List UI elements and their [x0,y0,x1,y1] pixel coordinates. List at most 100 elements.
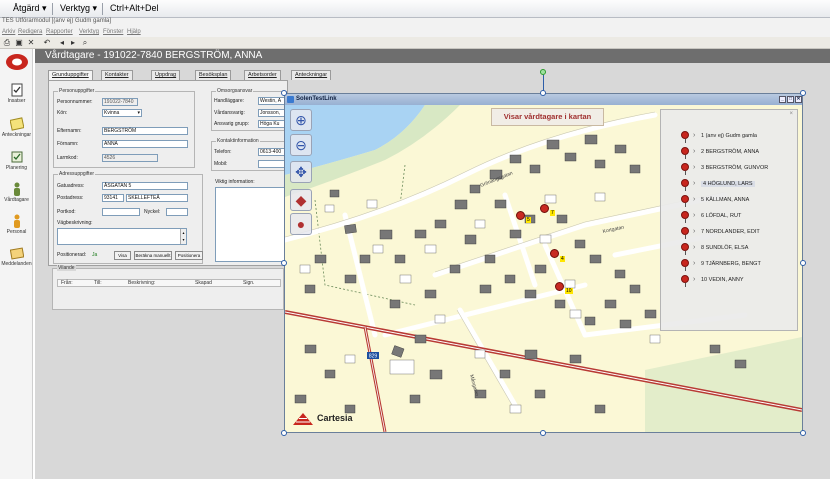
efternamn-field[interactable]: BERGSTRÖM [102,127,188,135]
scrollbar[interactable]: ▴ ▾ [180,229,186,244]
menu-verktyg-app[interactable]: Verktyg [79,29,99,35]
telefon-field[interactable]: 0613-400 [258,148,287,156]
map-window-title: SolenTestLink [296,96,337,102]
map-marker[interactable] [516,211,525,220]
tab-besoksplan[interactable]: Besöksplan [195,70,232,80]
list-item[interactable]: › 10 VEDIN, ANNY [661,274,799,288]
menu-atgard[interactable]: Åtgärd ▾ [13,3,47,14]
map-window[interactable]: SolenTestLink _ □ ✕ 829 Grönängsgatan Ko… [284,93,803,433]
column-header[interactable]: Skapad [195,280,212,286]
sidebar-item-personal[interactable]: Personal [0,214,33,235]
close-icon[interactable]: × [789,111,793,117]
list-item[interactable]: › 7 NORDLANDER, EDIT [661,226,799,240]
zoom-out-icon[interactable]: ⊖ [290,134,312,156]
group-adressuppgifter: Adressuppgifter Gatuadress: ÅSGATAN 5 Po… [53,171,203,264]
list-item[interactable]: › 4 HÖGLUND, LARS [661,178,799,192]
minimize-button[interactable]: _ [779,96,786,103]
portkod-field[interactable] [102,208,140,216]
sidebar-item-vardtagare[interactable]: Vårdtagare [0,182,33,203]
list-item[interactable]: › 2 BERGSTRÖM, ANNA [661,146,799,160]
menu-verktyg[interactable]: Verktyg ▾ [60,3,97,14]
tab-grunduppgifter[interactable]: Grunduppgifter [48,70,93,80]
eraser-icon[interactable]: ◆ [290,189,312,211]
pan-icon[interactable]: ✥ [290,161,312,183]
menu-arkiv[interactable]: Arkiv [2,29,15,35]
close-icon[interactable]: ✕ [26,38,36,48]
nyckel-field[interactable] [166,208,188,216]
tab-uppdrag[interactable]: Uppdrag [151,70,181,80]
ort-field[interactable]: SKELLEFTEÅ [126,194,188,202]
list-item[interactable]: › 9 TJÄRNBERG, BENGT [661,258,799,272]
berakna-manuellt-button[interactable]: Beräkna manuellt [134,251,172,260]
vilande-table-header: Från: Till: Beskrivning: Skapad Sign. [57,279,281,287]
forward-icon[interactable]: ▸ [68,38,78,48]
larmkod-label: Larmkod: [57,155,78,161]
close-button[interactable]: ✕ [795,96,802,103]
list-item[interactable]: › 3 BERGSTRÖM, GUNVOR [661,162,799,176]
sidebar-item-insatser[interactable]: Insatser [0,83,33,104]
pin-stem [685,235,686,239]
tab-arbetsorder[interactable]: Arbetsorder [244,70,281,80]
visa-button[interactable]: Visa [114,251,131,260]
column-header[interactable]: Beskrivning: [128,280,155,286]
mobil-field[interactable] [258,160,287,168]
pin-icon [681,227,689,235]
menu-hjalp[interactable]: Hjälp [127,29,141,35]
undo-icon[interactable]: ↶ [42,38,52,48]
menu-redigera[interactable]: Redigera [18,29,42,35]
tab-anteckningar[interactable]: Anteckningar [291,70,332,80]
map-marker[interactable] [540,204,549,213]
positionera-button[interactable]: Positionera [175,251,203,260]
viktig-information-textarea[interactable] [215,187,287,262]
save-icon[interactable]: ▣ [14,38,24,48]
menu-fonster[interactable]: Fönster [103,29,123,35]
resize-handle[interactable] [281,260,287,266]
column-header[interactable]: Sign. [243,280,254,286]
resize-handle[interactable] [281,90,287,96]
group-legend: Personuppgifter [58,88,96,94]
zoom-in-icon[interactable]: ⊕ [290,109,312,131]
toolbar-separator [102,3,103,15]
staff-icon [13,214,20,228]
print-icon[interactable]: ⎙ [2,38,12,48]
marker-label: 5 [526,217,531,223]
menu-rapporter[interactable]: Rapporter [46,29,73,35]
column-header[interactable]: Till: [94,280,102,286]
pin-tool-icon[interactable]: ● [290,213,312,235]
resize-handle[interactable] [800,90,806,96]
list-item[interactable]: › 6 LÖFDAL, RUT [661,210,799,224]
ctrl-alt-del-button[interactable]: Ctrl+Alt+Del [110,3,159,13]
kon-select[interactable]: Kvinna ▾ [102,109,142,117]
maximize-button[interactable]: □ [787,96,794,103]
list-item[interactable]: › 1 (anv ej) Gudm gamla [661,130,799,144]
map-marker[interactable] [555,282,564,291]
portkod-label: Portkod: [57,209,76,215]
list-item-label: 4 HÖGLUND, LARS [701,181,755,187]
ansvarig-grupp-field[interactable]: Höga Ku [258,120,287,128]
sidebar-item-anteckningar[interactable]: Anteckningar [0,117,33,138]
tab-kontakter[interactable]: Kontakter [101,70,133,80]
search-icon[interactable]: ⌕ [80,38,90,48]
vagbeskrivning-textarea[interactable]: ▴ ▾ [57,228,187,245]
sidebar-item-planering[interactable]: Planering [0,150,33,171]
list-item-label: 10 VEDIN, ANNY [701,277,744,283]
sidebar-item-meddelanden[interactable]: Meddelanden [0,246,33,267]
app-menubar: Arkiv Redigera Rapporter Verktyg Fönster… [0,28,830,37]
vardansvarig-field[interactable]: Jonsson, [258,109,287,117]
gatuadress-field[interactable]: ÅSGATAN 5 [102,182,188,190]
sidebar-item-label: Anteckningar [1,132,32,138]
map-marker[interactable] [550,249,559,258]
list-item[interactable]: › 8 SUNDLÖF, ELSA [661,242,799,256]
list-item[interactable]: › 5 KÄLLMAN, ANNA [661,194,799,208]
resize-handle[interactable] [800,260,806,266]
handlaggare-field[interactable]: Westin, A [258,97,287,105]
resize-handle[interactable] [540,430,546,436]
postnummer-field[interactable]: 93141 [102,194,124,202]
fornamn-field[interactable]: ANNA [102,140,188,148]
resize-handle[interactable] [800,430,806,436]
pin-stem [685,187,686,191]
chevron-right-icon: › [693,244,696,251]
resize-handle[interactable] [281,430,287,436]
column-header[interactable]: Från: [61,280,73,286]
back-icon[interactable]: ◂ [57,38,67,48]
